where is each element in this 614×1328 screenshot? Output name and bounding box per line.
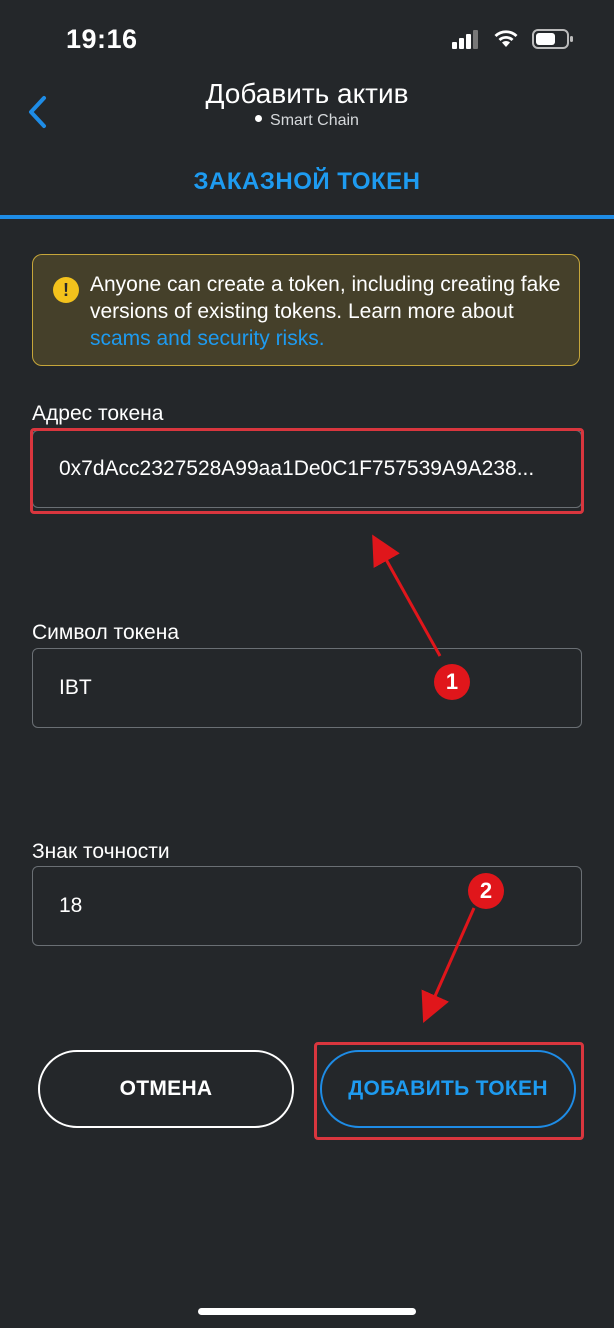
annotation-badge-1: 1 bbox=[434, 664, 470, 700]
home-indicator bbox=[198, 1308, 416, 1315]
annotation-arrow-1 bbox=[372, 534, 442, 657]
annotation-arrow-2 bbox=[421, 907, 476, 1023]
annotation-arrows bbox=[372, 534, 476, 1023]
annotation-badge-2: 2 bbox=[468, 873, 504, 909]
